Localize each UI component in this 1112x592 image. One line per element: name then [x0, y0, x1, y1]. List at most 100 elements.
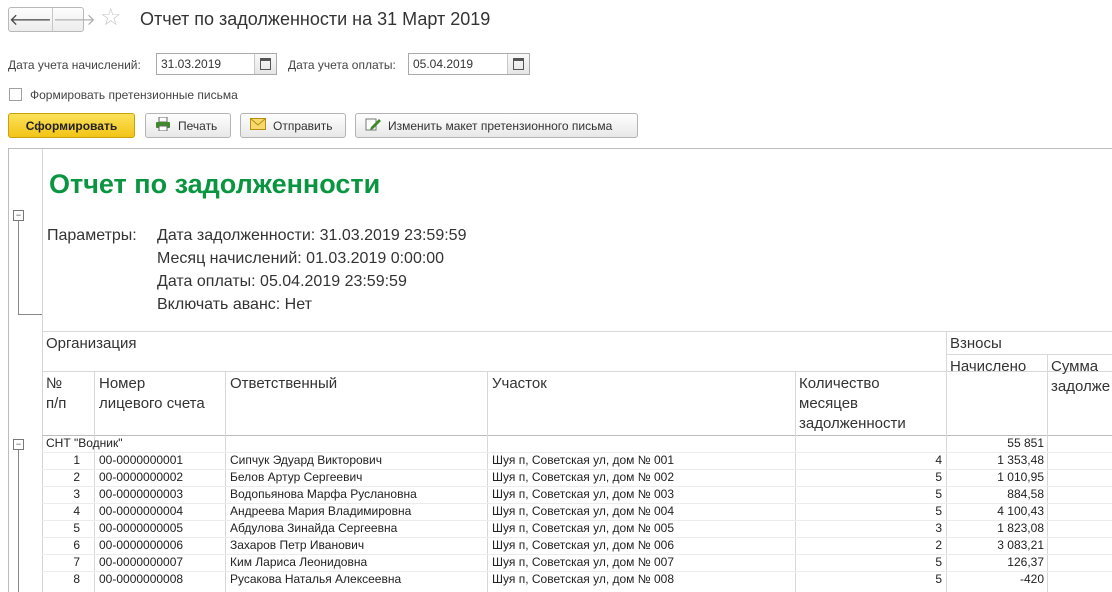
table-cell-row-number: 2 — [73, 470, 80, 484]
generate-button[interactable]: Сформировать — [8, 113, 135, 138]
grid-line — [795, 371, 796, 592]
table-cell-responsible-person: Русакова Наталья Алексеевна — [230, 572, 402, 586]
accrual-date-field[interactable]: 31.03.2019 — [156, 53, 277, 75]
header-accrued: Начислено — [950, 358, 1027, 375]
header-responsible: Ответственный — [230, 375, 338, 392]
table-cell-debt-months: 5 — [935, 555, 942, 569]
table-cell-plot-address: Шуя п, Советская ул, дом № 008 — [492, 572, 674, 586]
header-plot: Участок — [492, 375, 547, 392]
accrual-date-label: Дата учета начислений: — [8, 58, 141, 72]
calendar-icon[interactable] — [507, 54, 529, 74]
navigation-buttons: 🡐 🡒 — [8, 7, 96, 32]
edit-layout-button-label: Изменить макет претензионного письма — [388, 118, 613, 133]
back-arrow-icon[interactable]: 🡐 — [9, 8, 52, 31]
table-cell-account-number: 00-0000000007 — [99, 555, 184, 569]
grid-line — [487, 371, 488, 592]
grid-line — [1047, 354, 1048, 592]
table-cell-row-number: 3 — [73, 487, 80, 501]
table-cell-plot-address: Шуя п, Советская ул, дом № 002 — [492, 470, 674, 484]
table-cell-account-number: 00-0000000004 — [99, 504, 184, 518]
favorite-star-icon[interactable]: ☆ — [100, 5, 122, 31]
table-cell-accrued-amount: -420 — [1019, 572, 1044, 586]
table-cell-accrued-amount: 3 083,21 — [997, 538, 1044, 552]
table-cell-accrued-amount: 1 823,08 — [997, 521, 1044, 535]
header-months-line3: задолженности — [799, 415, 906, 432]
header-account-line2: лицевого счета — [99, 395, 205, 412]
header-months-line1: Количество — [799, 375, 880, 392]
table-cell-account-number: 00-0000000003 — [99, 487, 184, 501]
table-cell-accrued-amount: 4 100,43 — [997, 504, 1044, 518]
table-cell-debt-months: 3 — [935, 521, 942, 535]
table-cell-row-number: 6 — [73, 538, 80, 552]
accrual-date-value: 31.03.2019 — [161, 57, 222, 71]
grid-line — [94, 371, 95, 592]
window-title: Отчет по задолженности на 31 Март 2019 — [140, 9, 491, 29]
table-cell-responsible-person: Захаров Петр Иванович — [230, 538, 365, 552]
group-accrued-total: 55 851 — [1007, 436, 1044, 450]
table-cell-accrued-amount: 1 010,95 — [997, 470, 1044, 484]
collapse-group-icon[interactable]: − — [13, 439, 24, 450]
table-cell-accrued-amount: 126,37 — [1007, 555, 1044, 569]
header-contributions: Взносы — [950, 335, 1002, 352]
table-cell-account-number: 00-0000000005 — [99, 521, 184, 535]
report-spreadsheet[interactable]: − − Отчет по задолженности Параметры: Да… — [8, 148, 1112, 592]
header-organization: Организация — [46, 335, 137, 352]
group-bracket-line — [18, 221, 19, 314]
payment-date-value: 05.04.2019 — [413, 57, 474, 71]
table-cell-debt-months: 2 — [935, 538, 942, 552]
table-cell-responsible-person: Водопьянова Марфа Руслановна — [230, 487, 417, 501]
grid-line — [42, 331, 1112, 332]
table-cell-row-number: 1 — [73, 453, 80, 467]
table-cell-responsible-person: Абдулова Зинайда Сергеевна — [230, 521, 398, 535]
group-bracket-line — [18, 450, 19, 592]
envelope-icon — [250, 118, 266, 133]
table-cell-plot-address: Шуя п, Советская ул, дом № 005 — [492, 521, 674, 535]
grid-line — [946, 354, 1112, 355]
header-account-line1: Номер — [99, 375, 146, 392]
table-cell-debt-months: 5 — [935, 504, 942, 518]
edit-layout-button[interactable]: Изменить макет претензионного письма — [355, 113, 638, 138]
header-num-line1: № — [46, 375, 63, 392]
printer-icon — [155, 116, 171, 134]
table-cell-plot-address: Шуя п, Советская ул, дом № 001 — [492, 453, 674, 467]
table-cell-responsible-person: Андреева Мария Владимировна — [230, 504, 412, 518]
forward-arrow-icon[interactable]: 🡒 — [51, 8, 96, 31]
table-cell-debt-months: 5 — [935, 487, 942, 501]
table-cell-plot-address: Шуя п, Советская ул, дом № 007 — [492, 555, 674, 569]
edit-pencil-icon — [365, 117, 381, 134]
send-button-label: Отправить — [273, 118, 333, 133]
report-title: Отчет по задолженности — [49, 169, 381, 199]
table-cell-accrued-amount: 884,58 — [1007, 487, 1044, 501]
table-cell-debt-months: 5 — [935, 470, 942, 484]
table-cell-account-number: 00-0000000001 — [99, 453, 184, 467]
table-cell-account-number: 00-0000000008 — [99, 572, 184, 586]
table-cell-plot-address: Шуя п, Советская ул, дом № 003 — [492, 487, 674, 501]
table-cell-responsible-person: Белов Артур Сергеевич — [230, 470, 363, 484]
calendar-icon[interactable] — [254, 54, 276, 74]
group-bracket-line — [18, 314, 42, 315]
header-debt-amount: Сумма задолже — [1051, 358, 1111, 395]
payment-date-label: Дата учета оплаты: — [288, 58, 396, 72]
collapse-group-icon[interactable]: − — [13, 210, 24, 221]
params-label: Параметры: — [47, 227, 137, 244]
header-num-line2: п/п — [46, 395, 67, 412]
table-cell-debt-months: 5 — [935, 572, 942, 586]
table-cell-responsible-person: Сипчук Эдуард Викторович — [230, 453, 383, 467]
grid-line — [225, 371, 226, 592]
send-button[interactable]: Отправить — [240, 113, 346, 138]
table-cell-plot-address: Шуя п, Советская ул, дом № 006 — [492, 538, 674, 552]
param-item: Включать аванс: Нет — [157, 296, 312, 313]
table-cell-account-number: 00-0000000006 — [99, 538, 184, 552]
table-cell-plot-address: Шуя п, Советская ул, дом № 004 — [492, 504, 674, 518]
group-organization-name: СНТ "Водник" — [46, 436, 123, 450]
payment-date-field[interactable]: 05.04.2019 — [408, 53, 530, 75]
table-cell-responsible-person: Ким Лариса Леонидовна — [230, 555, 368, 569]
param-item: Дата оплаты: 05.04.2019 23:59:59 — [157, 273, 407, 290]
header-months-line2: месяцев — [799, 395, 859, 412]
claim-letters-label[interactable]: Формировать претензионные письма — [30, 88, 238, 102]
claim-letters-checkbox[interactable] — [9, 88, 22, 101]
param-item: Месяц начислений: 01.03.2019 0:00:00 — [157, 250, 445, 267]
print-button[interactable]: Печать — [145, 113, 231, 138]
table-cell-row-number: 8 — [73, 572, 80, 586]
table-cell-account-number: 00-0000000002 — [99, 470, 184, 484]
